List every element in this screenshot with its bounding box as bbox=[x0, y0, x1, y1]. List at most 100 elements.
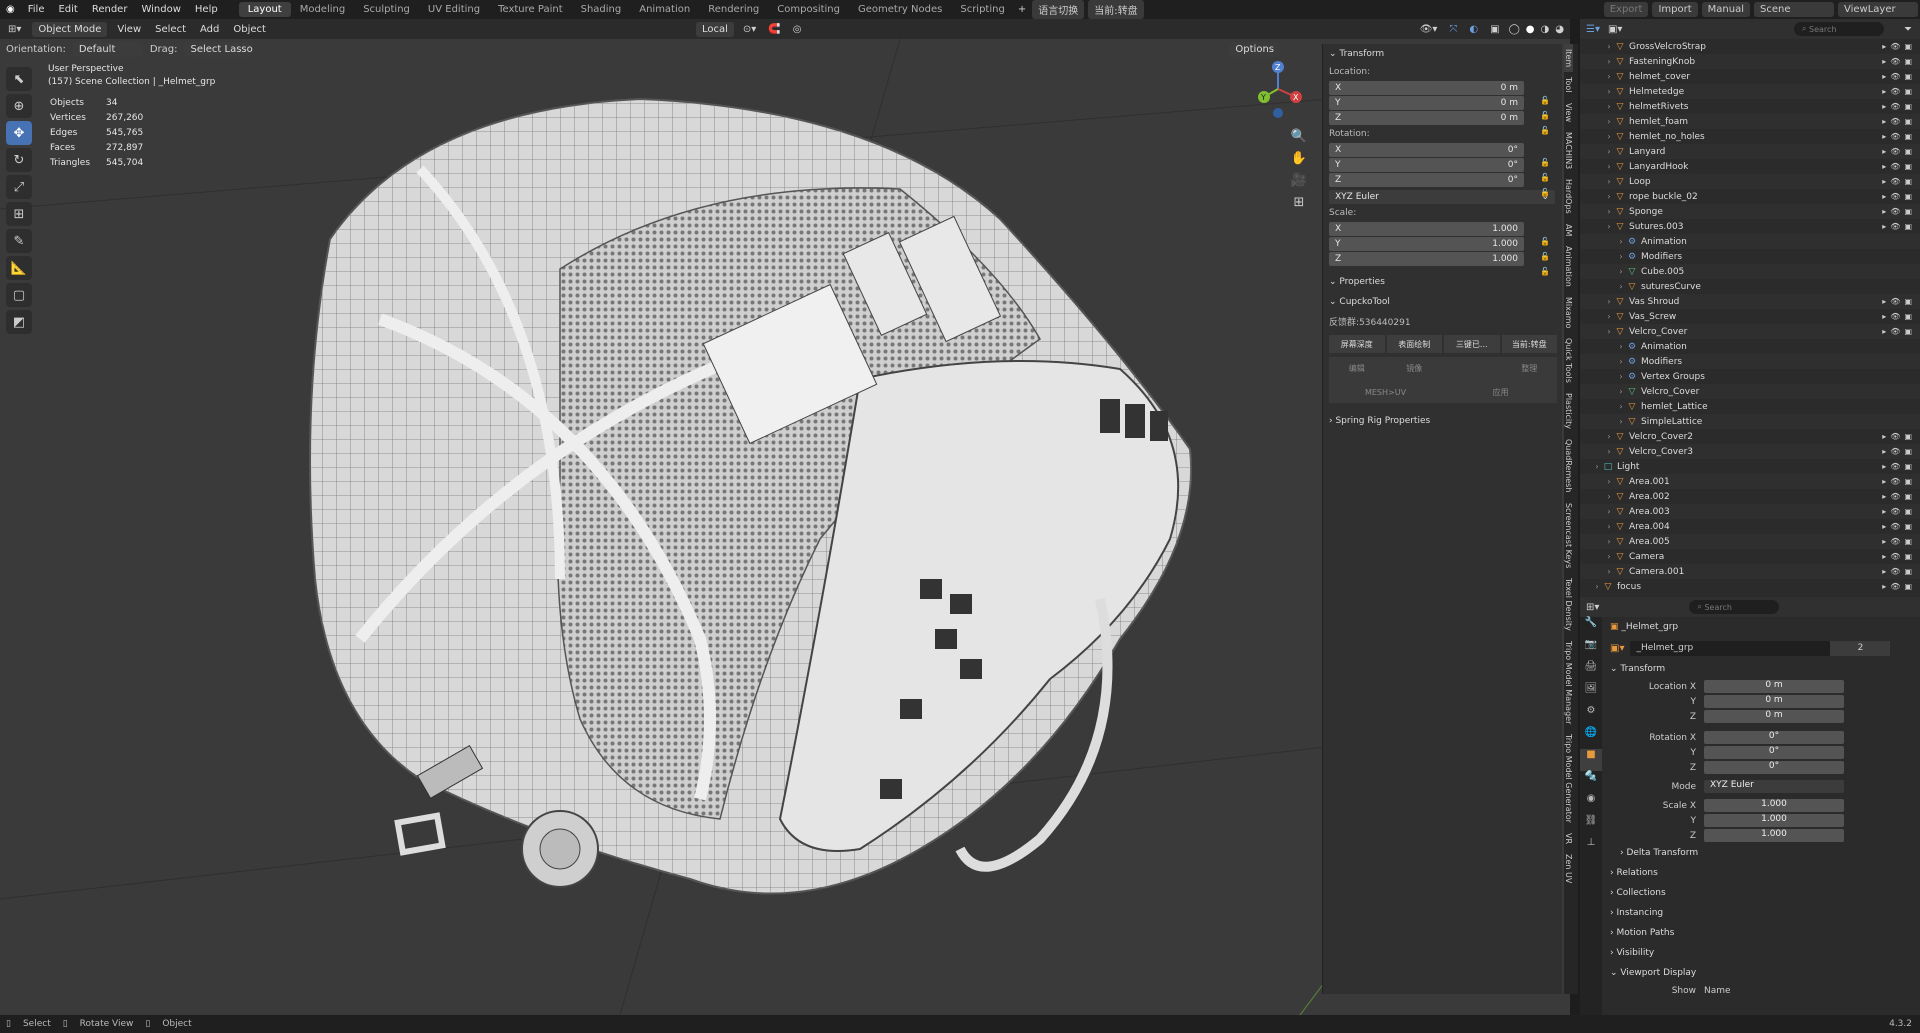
grid-view-icon[interactable]: ⊞ bbox=[1288, 195, 1310, 217]
expand-arrow-icon[interactable]: › bbox=[1604, 327, 1614, 336]
expand-arrow-icon[interactable]: › bbox=[1616, 237, 1626, 246]
visibility-toggle-icon[interactable]: ▸👁▣ bbox=[1882, 87, 1916, 96]
menu-edit[interactable]: Edit bbox=[51, 4, 84, 15]
visibility-toggle-icon[interactable]: ▸👁▣ bbox=[1882, 312, 1916, 321]
rotation-mode-dropdown[interactable]: XYZ Euler ⌄ bbox=[1329, 190, 1555, 204]
scale-y-field[interactable]: Y 1.000 bbox=[1329, 237, 1524, 251]
expand-arrow-icon[interactable]: › bbox=[1616, 402, 1626, 411]
outliner-item[interactable]: › ▽ rope buckle_02 ▸👁▣ bbox=[1580, 189, 1920, 204]
tab-uv-editing[interactable]: UV Editing bbox=[419, 2, 489, 17]
navigation-gizmo[interactable]: Z X Y bbox=[1250, 59, 1310, 119]
modifier-tab-icon[interactable]: 🔩 bbox=[1580, 771, 1602, 793]
outliner-item[interactable]: › ⚙ Vertex Groups bbox=[1580, 369, 1920, 384]
cursor-tool-icon[interactable]: ⊕ bbox=[6, 94, 32, 118]
object-datablock-icon[interactable]: ▣▾ bbox=[1610, 643, 1624, 654]
extra-tool-icon[interactable]: ◩ bbox=[6, 310, 32, 334]
visibility-toggle-icon[interactable]: ▸👁▣ bbox=[1882, 507, 1916, 516]
select-tool-icon[interactable]: ⬉ bbox=[6, 67, 32, 91]
expand-arrow-icon[interactable]: › bbox=[1604, 162, 1614, 171]
tab-compositing[interactable]: Compositing bbox=[768, 2, 849, 17]
surface-draw-button[interactable]: 表面绘制 bbox=[1386, 335, 1442, 353]
expand-arrow-icon[interactable]: › bbox=[1616, 357, 1626, 366]
visibility-toggle-icon[interactable]: ▸👁▣ bbox=[1882, 432, 1916, 441]
current-turntable-button[interactable]: 当前:转盘 bbox=[1088, 0, 1144, 19]
object-tab-icon[interactable]: ■ bbox=[1580, 749, 1602, 771]
visibility-toggle-icon[interactable]: ▸👁▣ bbox=[1882, 132, 1916, 141]
visibility-toggle-icon[interactable]: ▸👁▣ bbox=[1882, 537, 1916, 546]
outliner-item[interactable]: › ▽ GrossVelcroStrap ▸👁▣ bbox=[1580, 39, 1920, 54]
expand-arrow-icon[interactable]: › bbox=[1604, 522, 1614, 531]
filter-icon[interactable]: ⏷ bbox=[1904, 24, 1912, 35]
outliner-item[interactable]: › ▽ Cube.005 bbox=[1580, 264, 1920, 279]
object-name-field[interactable]: _Helmet_grp bbox=[1630, 640, 1831, 656]
display-mode-icon[interactable]: ▣▾ bbox=[1608, 24, 1622, 35]
outliner-item[interactable]: › ▽ hemlet_foam ▸👁▣ bbox=[1580, 114, 1920, 129]
outliner-item[interactable]: › ▽ hemlet_no_holes ▸👁▣ bbox=[1580, 129, 1920, 144]
export-button[interactable]: Export bbox=[1603, 2, 1649, 17]
visibility-toggle-icon[interactable]: ▸👁▣ bbox=[1882, 177, 1916, 186]
editor-type-icon[interactable]: ⊞▾ bbox=[0, 24, 29, 35]
rotation-mode-select[interactable]: XYZ Euler bbox=[1704, 780, 1844, 793]
rotation-x-field[interactable]: X 0° bbox=[1329, 143, 1524, 157]
outliner-item[interactable]: › ▽ Velcro_Cover2 ▸👁▣ bbox=[1580, 429, 1920, 444]
expand-arrow-icon[interactable]: › bbox=[1604, 477, 1614, 486]
visibility-toggle-icon[interactable]: ▸👁▣ bbox=[1882, 102, 1916, 111]
tab-layout[interactable]: Layout bbox=[238, 2, 291, 17]
snap-icon[interactable]: 🧲 bbox=[762, 24, 786, 35]
output-tab-icon[interactable]: 🖨 bbox=[1580, 661, 1602, 683]
expand-arrow-icon[interactable]: › bbox=[1604, 447, 1614, 456]
tab-scripting[interactable]: Scripting bbox=[951, 2, 1013, 17]
expand-arrow-icon[interactable]: › bbox=[1604, 87, 1614, 96]
expand-arrow-icon[interactable]: › bbox=[1604, 492, 1614, 501]
tab-machin3[interactable]: MACHIN3 bbox=[1564, 127, 1573, 174]
data-tab-icon[interactable]: ⊥ bbox=[1580, 837, 1602, 859]
outliner-item[interactable]: › ▽ hemlet_Lattice bbox=[1580, 399, 1920, 414]
measure-tool-icon[interactable]: 📐 bbox=[6, 256, 32, 280]
pan-hand-icon[interactable]: ✋ bbox=[1288, 151, 1310, 173]
proportional-edit-icon[interactable]: ◎ bbox=[787, 24, 808, 35]
tab-view[interactable]: View bbox=[1564, 98, 1573, 127]
expand-arrow-icon[interactable]: › bbox=[1604, 312, 1614, 321]
tab-screencast-keys[interactable]: Screencast Keys bbox=[1564, 498, 1573, 573]
expand-arrow-icon[interactable]: › bbox=[1604, 42, 1614, 51]
tab-tripo-manager[interactable]: Tripo Model Manager bbox=[1564, 636, 1573, 729]
outliner-item[interactable]: › ▽ Helmetedge ▸👁▣ bbox=[1580, 84, 1920, 99]
visibility-toggle-icon[interactable]: ▸👁▣ bbox=[1882, 222, 1916, 231]
visibility-toggle-icon[interactable]: ▸👁▣ bbox=[1882, 552, 1916, 561]
expand-arrow-icon[interactable]: › bbox=[1616, 387, 1626, 396]
outliner-item[interactable]: › ▽ Sponge ▸👁▣ bbox=[1580, 204, 1920, 219]
turntable-button[interactable]: 当前:转盘 bbox=[1501, 335, 1557, 353]
shading-wireframe-icon[interactable]: ◯ bbox=[1506, 24, 1523, 35]
outliner-item[interactable]: › ▽ Lanyard ▸👁▣ bbox=[1580, 144, 1920, 159]
tab-mixamo[interactable]: Mixamo bbox=[1564, 292, 1573, 333]
tab-quadremesh[interactable]: QuadRemesh bbox=[1564, 434, 1573, 497]
tab-animation[interactable]: Animation bbox=[1564, 241, 1573, 292]
expand-arrow-icon[interactable]: › bbox=[1604, 552, 1614, 561]
viewport-menu-select[interactable]: Select bbox=[148, 24, 193, 35]
tab-vr[interactable]: VR bbox=[1564, 828, 1573, 849]
outliner-item[interactable]: › ▽ FasteningKnob ▸👁▣ bbox=[1580, 54, 1920, 69]
tab-animation[interactable]: Animation bbox=[630, 2, 699, 17]
world-tab-icon[interactable]: 🌐 bbox=[1580, 727, 1602, 749]
outliner-item[interactable]: › ▽ Velcro_Cover3 ▸👁▣ bbox=[1580, 444, 1920, 459]
outliner-item[interactable]: › ▽ Camera.001 ▸👁▣ bbox=[1580, 564, 1920, 579]
outliner-item[interactable]: › ▽ Area.001 ▸👁▣ bbox=[1580, 474, 1920, 489]
visibility-toggle-icon[interactable]: ▸👁▣ bbox=[1882, 567, 1916, 576]
outliner-item[interactable]: › ▽ Area.002 ▸👁▣ bbox=[1580, 489, 1920, 504]
blender-logo-icon[interactable]: ◉ bbox=[0, 4, 21, 15]
tab-shading[interactable]: Shading bbox=[572, 2, 631, 17]
lock-icon[interactable]: 🔓 bbox=[1540, 126, 1550, 135]
expand-arrow-icon[interactable]: › bbox=[1604, 507, 1614, 516]
scene-selector[interactable]: Scene bbox=[1754, 2, 1834, 17]
visibility-toggle-icon[interactable]: ▸👁▣ bbox=[1882, 477, 1916, 486]
outliner-item[interactable]: › ⚙ Modifiers bbox=[1580, 354, 1920, 369]
expand-arrow-icon[interactable]: › bbox=[1604, 132, 1614, 141]
annotate-tool-icon[interactable]: ✎ bbox=[6, 229, 32, 253]
location-y-field[interactable]: Y 0 m bbox=[1329, 96, 1524, 110]
rotate-tool-icon[interactable]: ↻ bbox=[6, 148, 32, 172]
visibility-toggle-icon[interactable]: ▸👁▣ bbox=[1882, 447, 1916, 456]
tool-tab-icon[interactable]: 🔧 bbox=[1580, 617, 1602, 639]
gizmo-toggle-icon[interactable]: ⤧ bbox=[1443, 24, 1463, 35]
visibility-toggle-icon[interactable]: ▸👁▣ bbox=[1882, 192, 1916, 201]
overlay-toggle-icon[interactable]: ◐ bbox=[1463, 24, 1484, 35]
